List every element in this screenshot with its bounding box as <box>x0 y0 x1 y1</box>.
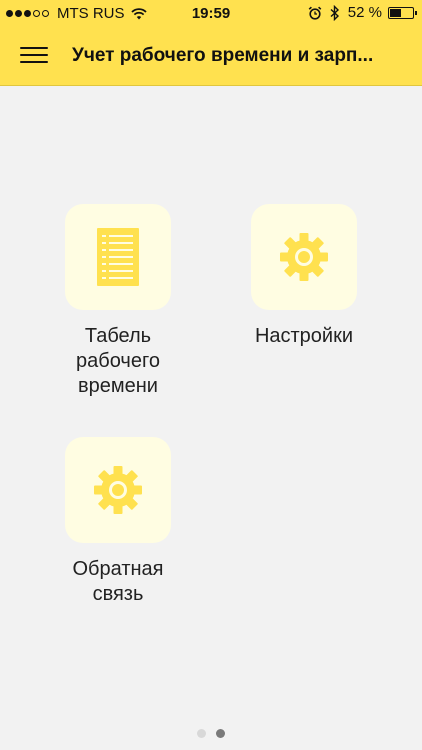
menu-line <box>20 53 48 56</box>
tile-settings-label: Настройки <box>254 325 354 347</box>
tile-settings[interactable]: Настройки <box>224 204 384 349</box>
menu-line <box>20 60 48 63</box>
battery-fill <box>390 8 401 17</box>
gear-icon <box>280 233 328 281</box>
tile-settings-icon-box[interactable] <box>251 204 357 310</box>
battery-nub <box>415 10 417 15</box>
hamburger-menu-icon[interactable] <box>20 42 50 68</box>
gear-icon <box>94 466 142 514</box>
page-dot[interactable] <box>216 729 225 738</box>
tile-timesheet-icon-box[interactable] <box>65 204 171 310</box>
tile-timesheet[interactable]: Табель рабочего времени <box>38 204 198 399</box>
page-dot[interactable] <box>197 729 206 738</box>
bluetooth-icon <box>330 4 340 21</box>
tile-feedback-label: Обратная связь <box>72 558 164 605</box>
tile-timesheet-label: Табель рабочего времени <box>76 325 160 397</box>
status-right: 52 % <box>300 4 417 21</box>
battery-percent: 52 % <box>347 4 382 21</box>
menu-line <box>20 46 48 49</box>
page-indicator <box>0 729 422 738</box>
page-title: Учет рабочего времени и зарп... <box>72 45 374 66</box>
tile-feedback-icon-box[interactable] <box>65 437 171 543</box>
navigation-bar: Учет рабочего времени и зарп... <box>0 28 422 86</box>
alarm-icon <box>308 6 322 20</box>
document-icon <box>97 228 139 286</box>
status-bar: MTS RUS 19:59 52 % <box>0 0 422 28</box>
tile-feedback[interactable]: Обратная связь <box>38 437 198 607</box>
battery-icon <box>388 6 417 19</box>
app-header: MTS RUS 19:59 52 % Учет рабочего времени… <box>0 0 422 86</box>
